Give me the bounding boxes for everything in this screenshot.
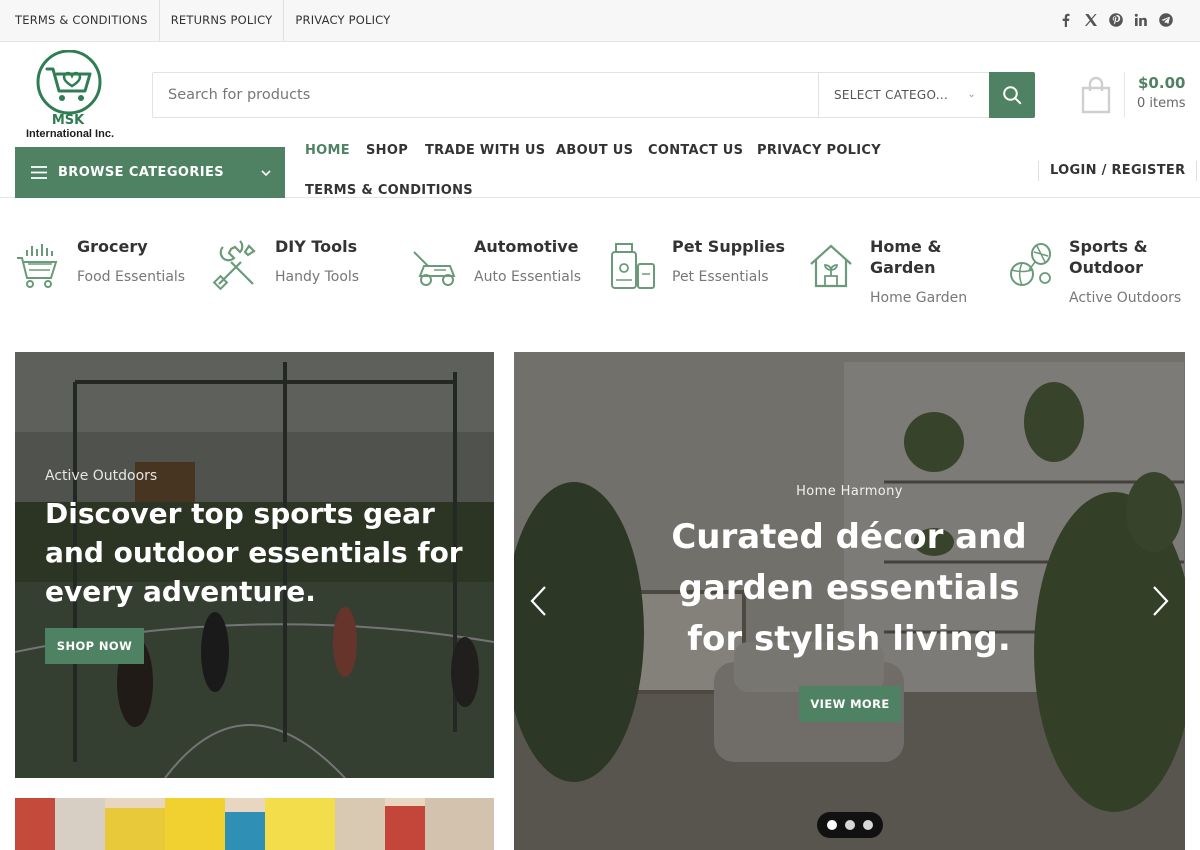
category-strip: Grocery Food Essentials DIY Tools Handy …	[15, 236, 1185, 316]
logo-company-name: International Inc.	[25, 128, 114, 140]
cart-divider	[1124, 72, 1125, 118]
site-logo[interactable]: MSK International Inc.	[22, 50, 118, 142]
category-diy-tools[interactable]: DIY Tools Handy Tools	[213, 236, 403, 316]
search-icon	[1003, 86, 1022, 105]
category-title: Home & Garden	[870, 237, 942, 277]
category-title: Sports & Outdoor	[1069, 237, 1148, 277]
returns-policy-link[interactable]: RETURNS POLICY	[160, 0, 285, 41]
slide-dot-2[interactable]	[845, 820, 855, 830]
grocery-banner-image	[15, 798, 494, 850]
banner-subtitle: Home Harmony	[796, 484, 903, 499]
banner-partial[interactable]	[15, 798, 494, 850]
telegram-icon[interactable]	[1158, 12, 1174, 28]
banner-sports[interactable]: Active Outdoors Discover top sports gear…	[15, 352, 494, 778]
category-automotive[interactable]: Automotive Auto Essentials	[412, 236, 602, 316]
shop-now-button[interactable]: SHOP NOW	[45, 628, 144, 664]
logo-cart-icon	[36, 50, 102, 115]
top-links: TERMS & CONDITIONS RETURNS POLICY PRIVAC…	[0, 0, 401, 41]
shopping-cart-icon	[17, 244, 58, 288]
category-title: Grocery	[77, 237, 148, 256]
lawn-mower-icon	[413, 251, 456, 286]
sports-balls-icon	[1010, 243, 1051, 286]
category-sports-outdoor[interactable]: Sports & Outdoor Active Outdoors	[1007, 236, 1197, 316]
main-navigation: BROWSE CATEGORIES HOME SHOP TRADE WITH U…	[0, 143, 1200, 201]
banner-subtitle: Active Outdoors	[45, 468, 158, 484]
terms-link[interactable]: TERMS & CONDITIONS	[0, 0, 160, 41]
pet-food-icon	[611, 243, 655, 289]
chevron-down-icon	[261, 170, 271, 177]
category-subtitle: Home Garden	[870, 290, 968, 306]
category-subtitle: Handy Tools	[275, 269, 360, 285]
social-links	[1058, 12, 1174, 28]
cart-item-count: 0 items	[1137, 96, 1186, 111]
slide-dot-1[interactable]	[827, 820, 837, 830]
login-register-link[interactable]: LOGIN / REGISTER	[1038, 161, 1198, 181]
category-title: Automotive	[474, 237, 579, 256]
banner-title: Curated décor and garden essentials for …	[671, 517, 1027, 659]
category-title: DIY Tools	[275, 237, 358, 256]
slider-pagination	[817, 812, 883, 838]
slide-dot-3[interactable]	[863, 820, 873, 830]
search-button[interactable]	[989, 72, 1035, 118]
nav-shop[interactable]: SHOP	[356, 141, 418, 161]
house-plant-icon	[810, 244, 852, 288]
cart-widget[interactable]: $0.00 0 items	[1080, 72, 1190, 118]
category-select-label: SELECT CATEGO...	[834, 88, 949, 102]
shopping-bag-icon	[1081, 76, 1111, 114]
cart-total: $0.00	[1138, 74, 1186, 92]
chevron-left-icon[interactable]	[529, 585, 549, 617]
category-subtitle: Active Outdoors	[1069, 290, 1182, 306]
search-input[interactable]	[153, 73, 817, 117]
category-title: Pet Supplies	[672, 237, 785, 256]
banner-home-slider[interactable]: Home Harmony Curated décor and garden es…	[514, 352, 1185, 850]
x-twitter-icon[interactable]	[1083, 12, 1099, 28]
category-subtitle: Food Essentials	[77, 269, 186, 285]
search-bar: SELECT CATEGO... ⌄	[152, 72, 1035, 118]
chevron-down-icon: ⌄	[967, 89, 976, 100]
browse-categories-button[interactable]: BROWSE CATEGORIES	[15, 147, 285, 198]
top-bar: TERMS & CONDITIONS RETURNS POLICY PRIVAC…	[0, 0, 1200, 42]
category-pet-supplies[interactable]: Pet Supplies Pet Essentials	[610, 236, 800, 316]
category-home-garden[interactable]: Home & Garden Home Garden	[808, 236, 998, 316]
nav-contact-us[interactable]: CONTACT US	[638, 141, 753, 161]
nav-privacy-policy[interactable]: PRIVACY POLICY	[747, 141, 891, 161]
pinterest-icon[interactable]	[1108, 12, 1124, 28]
nav-home[interactable]: HOME	[295, 141, 360, 161]
facebook-icon[interactable]	[1058, 12, 1074, 28]
category-select[interactable]: SELECT CATEGO... ⌄	[818, 73, 990, 117]
privacy-policy-link[interactable]: PRIVACY POLICY	[284, 0, 401, 41]
hamburger-icon	[31, 166, 47, 179]
nav-trade-with-us[interactable]: TRADE WITH US	[415, 141, 555, 161]
browse-categories-label: BROWSE CATEGORIES	[58, 165, 225, 180]
logo-wordmark: MSK	[51, 113, 85, 128]
category-subtitle: Pet Essentials	[672, 269, 769, 285]
linkedin-icon[interactable]	[1133, 12, 1149, 28]
tools-icon	[213, 240, 256, 290]
category-subtitle: Auto Essentials	[474, 269, 582, 285]
category-grocery[interactable]: Grocery Food Essentials	[15, 236, 205, 316]
nav-about-us[interactable]: ABOUT US	[546, 141, 643, 161]
view-more-button[interactable]: VIEW MORE	[799, 686, 901, 722]
banner-title: Discover top sports gear and outdoor ess…	[45, 497, 463, 608]
nav-terms-conditions[interactable]: TERMS & CONDITIONS	[295, 181, 483, 201]
chevron-right-icon[interactable]	[1150, 585, 1170, 617]
